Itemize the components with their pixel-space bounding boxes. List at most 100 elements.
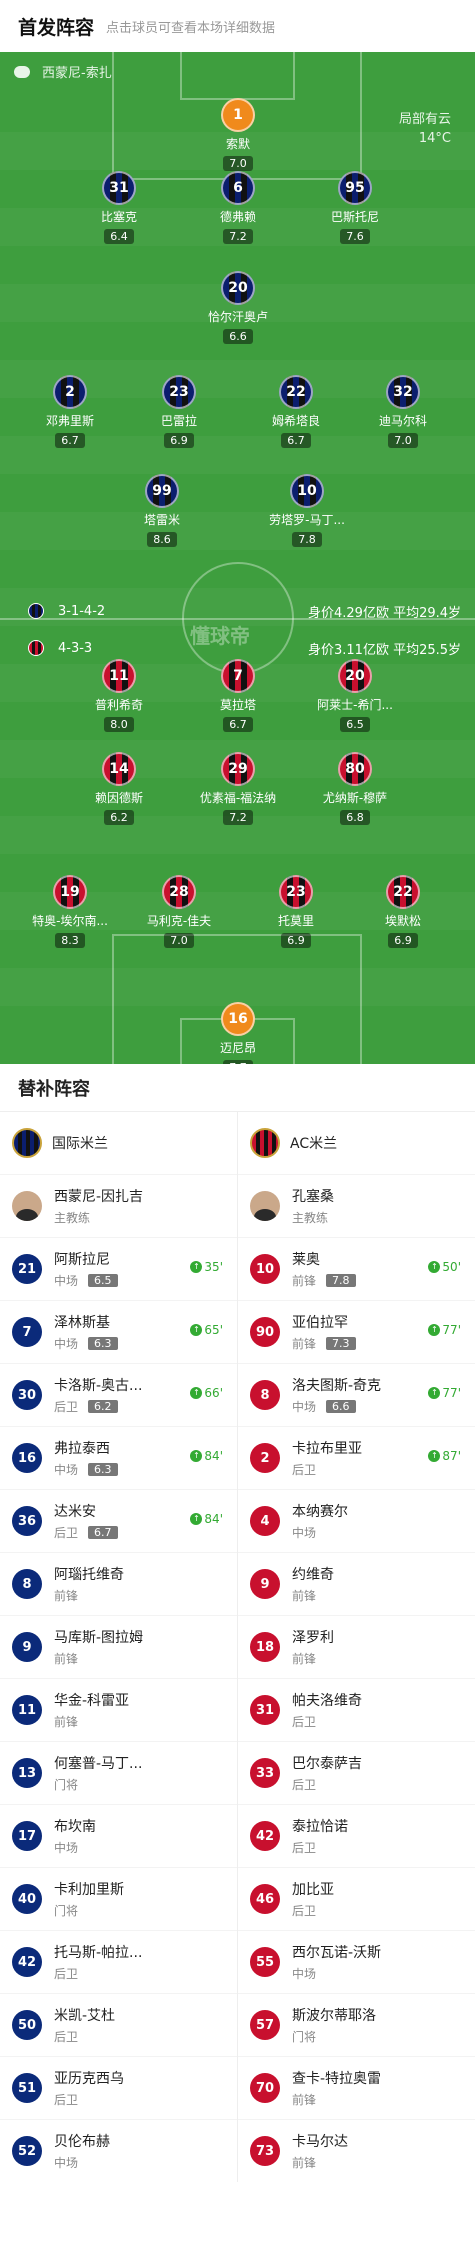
pitch-player[interactable]: 95 巴斯托尼 7.6 <box>305 171 405 244</box>
inter-coach-row[interactable]: 西蒙尼-因扎吉 主教练 <box>0 1174 237 1237</box>
sub-jersey-number: 8 <box>12 1569 42 1599</box>
pitch-player[interactable]: 31 比塞克 6.4 <box>69 171 169 244</box>
sub-player-position: 中场 <box>54 1463 79 1477</box>
sub-player-row[interactable]: 8 阿瑙托维奇 前锋 <box>0 1552 237 1615</box>
sub-player-row[interactable]: 8 洛夫图斯-奇克 中场 6.6 ↑ 77' <box>238 1363 475 1426</box>
pitch-player[interactable]: 29 优素福-福法纳 7.2 <box>188 752 288 825</box>
milan-coach-row[interactable]: 孔塞桑 主教练 <box>238 1174 475 1237</box>
sub-player-position: 前锋 <box>54 1652 79 1666</box>
sub-player-name: 亚历克西乌 <box>54 2071 124 2087</box>
sub-jersey-number: 50 <box>12 2010 42 2040</box>
sub-player-rating: 6.7 <box>88 1526 118 1539</box>
sub-player-name: 本纳赛尔 <box>292 1504 348 1520</box>
player-rating: 7.2 <box>223 229 253 244</box>
player-rating: 6.7 <box>223 717 253 732</box>
pitch-player[interactable]: 80 尤纳斯-穆萨 6.8 <box>305 752 405 825</box>
sub-player-row[interactable]: 42 泰拉恰诺 后卫 <box>238 1804 475 1867</box>
inter-formation-line: 3-1-4-2 身价4.29亿欧 平均29.4岁 <box>28 603 462 621</box>
sub-player-row[interactable]: 11 华金-科雷亚 前锋 <box>0 1678 237 1741</box>
jersey-number: 22 <box>386 875 420 909</box>
pitch-player[interactable]: 2 邓弗里斯 6.7 <box>20 375 120 448</box>
sub-player-row[interactable]: 46 加比亚 后卫 <box>238 1867 475 1930</box>
inter-value: 身价4.29亿欧 平均29.4岁 <box>308 605 462 621</box>
pitch-player[interactable]: 22 姆希塔良 6.7 <box>246 375 346 448</box>
milan-team-row[interactable]: AC米兰 <box>238 1112 475 1174</box>
pitch-player[interactable]: 99 塔雷米 8.6 <box>112 474 212 547</box>
sub-jersey-number: 11 <box>12 1695 42 1725</box>
subs-title: 替补阵容 <box>0 1064 475 1112</box>
sub-player-row[interactable]: 33 巴尔泰萨吉 后卫 <box>238 1741 475 1804</box>
pitch-player[interactable]: 14 赖因德斯 6.2 <box>69 752 169 825</box>
sub-player-name: 华金-科雷亚 <box>54 1693 130 1709</box>
sub-player-row[interactable]: 16 弗拉泰西 中场 6.3 ↑ 84' <box>0 1426 237 1489</box>
sub-player-position: 后卫 <box>54 1526 79 1540</box>
milan-formation: 4-3-3 <box>58 640 93 656</box>
sub-player-row[interactable]: 2 卡拉布里亚 后卫 ↑ 87' <box>238 1426 475 1489</box>
pitch-player[interactable]: 11 普利希奇 8.0 <box>69 659 169 732</box>
sub-player-position-line: 后卫 6.2 <box>54 1398 237 1415</box>
sub-player-row[interactable]: 73 卡马尔达 前锋 <box>238 2119 475 2182</box>
player-rating: 7.6 <box>340 229 370 244</box>
sub-player-name: 贝伦布赫 <box>54 2134 110 2150</box>
player-name: 托莫里 <box>277 914 314 928</box>
sub-player-name: 加比亚 <box>292 1882 334 1898</box>
pitch-player[interactable]: 32 迪马尔科 7.0 <box>353 375 453 448</box>
sub-player-row[interactable]: 40 卡利加里斯 门将 <box>0 1867 237 1930</box>
sub-player-row[interactable]: 9 马库斯-图拉姆 前锋 <box>0 1615 237 1678</box>
sub-player-row[interactable]: 30 卡洛斯-奥古... 后卫 6.2 ↑ 66' <box>0 1363 237 1426</box>
sub-player-row[interactable]: 51 亚历克西乌 后卫 <box>0 2056 237 2119</box>
sub-jersey-number: 30 <box>12 1380 42 1410</box>
sub-player-name: 泽林斯基 <box>54 1315 110 1331</box>
pitch-player[interactable]: 20 恰尔汗奥卢 6.6 <box>188 271 288 344</box>
pitch-player[interactable]: 7 莫拉塔 6.7 <box>188 659 288 732</box>
sub-player-row[interactable]: 90 亚伯拉罕 前锋 7.3 ↑ 77' <box>238 1300 475 1363</box>
sub-on-icon: ↑ <box>428 1450 441 1462</box>
sub-on-icon: ↑ <box>190 1324 203 1336</box>
sub-player-name: 何塞普-马丁... <box>54 1756 143 1772</box>
pitch-player[interactable]: 10 劳塔罗-马丁... 7.8 <box>257 474 357 547</box>
sub-player-row[interactable]: 57 斯波尔蒂耶洛 门将 <box>238 1993 475 2056</box>
sub-player-row[interactable]: 36 达米安 后卫 6.7 ↑ 84' <box>0 1489 237 1552</box>
sub-player-row[interactable]: 13 何塞普-马丁... 门将 <box>0 1741 237 1804</box>
sub-player-name: 托马斯-帕拉... <box>54 1945 143 1961</box>
sub-player-row[interactable]: 42 托马斯-帕拉... 后卫 <box>0 1930 237 1993</box>
pitch-player[interactable]: 23 托莫里 6.9 <box>246 875 346 948</box>
pitch-player[interactable]: 23 巴雷拉 6.9 <box>129 375 229 448</box>
sub-player-row[interactable]: 31 帕夫洛维奇 后卫 <box>238 1678 475 1741</box>
sub-jersey-number: 31 <box>250 1695 280 1725</box>
sub-player-name: 卡利加里斯 <box>54 1882 124 1898</box>
sub-player-row[interactable]: 52 贝伦布赫 中场 <box>0 2119 237 2182</box>
sub-player-name: 卡马尔达 <box>292 2134 348 2150</box>
pitch-player[interactable]: 22 埃默松 6.9 <box>353 875 453 948</box>
sub-player-position-line: 中场 6.3 <box>54 1335 237 1352</box>
sub-player-row[interactable]: 55 西尔瓦诺-沃斯 中场 <box>238 1930 475 1993</box>
player-rating: 8.0 <box>104 717 134 732</box>
sub-player-row[interactable]: 70 查卡-特拉奥雷 前锋 <box>238 2056 475 2119</box>
pitch-player[interactable]: 16 迈尼昂 7.7 <box>188 1002 288 1064</box>
sub-player-row[interactable]: 17 布坎南 中场 <box>0 1804 237 1867</box>
sub-player-position: 中场 <box>54 1274 79 1288</box>
pitch-player[interactable]: 20 阿莱士-希门... 6.5 <box>305 659 405 732</box>
inter-team-row[interactable]: 国际米兰 <box>0 1112 237 1174</box>
pitch-player[interactable]: 28 马利克-佳夫 7.0 <box>129 875 229 948</box>
sub-on-minute: 77' <box>442 1386 461 1400</box>
sub-player-row[interactable]: 10 莱奥 前锋 7.8 ↑ 50' <box>238 1237 475 1300</box>
sub-player-row[interactable]: 4 本纳赛尔 中场 <box>238 1489 475 1552</box>
player-rating: 6.6 <box>223 329 253 344</box>
jersey-number: 11 <box>102 659 136 693</box>
inter-logo-icon <box>12 1128 42 1158</box>
sub-player-row[interactable]: 7 泽林斯基 中场 6.3 ↑ 65' <box>0 1300 237 1363</box>
pitch-player[interactable]: 1 索默 7.0 <box>188 98 288 171</box>
sub-on-minute: 87' <box>442 1449 461 1463</box>
sub-player-row[interactable]: 9 约维奇 前锋 <box>238 1552 475 1615</box>
sub-jersey-number: 33 <box>250 1758 280 1788</box>
sub-player-row[interactable]: 21 阿斯拉尼 中场 6.5 ↑ 35' <box>0 1237 237 1300</box>
pitch-player[interactable]: 19 特奥-埃尔南... 8.3 <box>20 875 120 948</box>
pitch-player[interactable]: 6 德弗赖 7.2 <box>188 171 288 244</box>
sub-player-position-line: 中场 6.3 <box>54 1461 237 1478</box>
sub-player-name: 马库斯-图拉姆 <box>54 1630 144 1646</box>
sub-player-row[interactable]: 50 米凯-艾杜 后卫 <box>0 1993 237 2056</box>
weather-condition: 局部有云 <box>398 112 451 127</box>
sub-player-row[interactable]: 18 泽罗利 前锋 <box>238 1615 475 1678</box>
player-name: 劳塔罗-马丁... <box>269 513 345 527</box>
